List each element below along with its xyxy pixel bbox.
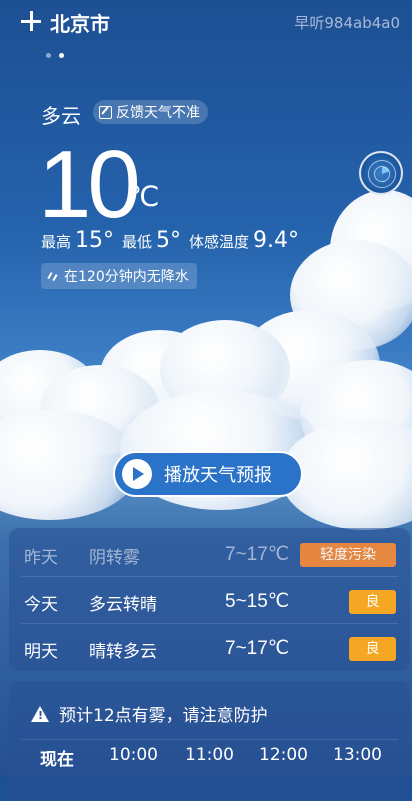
city-name[interactable]: 北京市 bbox=[50, 8, 110, 37]
play-forecast-label: 播放天气预报 bbox=[164, 465, 272, 486]
fog-alert[interactable]: 预计12点有雾，请注意防护 bbox=[31, 701, 268, 726]
high-low-feels: 最高 15° 最低 5° 体感温度 9.4° bbox=[41, 228, 307, 253]
current-condition: 多云 bbox=[41, 104, 81, 128]
play-icon bbox=[122, 459, 152, 489]
alert-text: 预计12点有雾，请注意防护 bbox=[59, 706, 268, 726]
high-value: 15° bbox=[75, 228, 115, 253]
forecast-row-today[interactable]: 今天 多云转晴 5~15℃ 良 bbox=[9, 577, 410, 624]
add-city-icon[interactable] bbox=[18, 8, 44, 34]
forecast-day: 今天 bbox=[24, 595, 58, 615]
feedback-button[interactable]: 反馈天气不准 bbox=[93, 100, 208, 124]
forecast-day: 明天 bbox=[24, 642, 58, 662]
warning-icon bbox=[31, 705, 49, 722]
aqi-badge: 轻度污染 bbox=[300, 543, 396, 567]
play-forecast-button[interactable]: 播放天气预报 bbox=[113, 451, 303, 497]
edit-icon bbox=[99, 105, 112, 119]
aqi-badge: 良 bbox=[349, 590, 396, 614]
rain-icon bbox=[47, 270, 59, 282]
forecast-range: 5~15℃ bbox=[225, 591, 290, 612]
current-temperature: 10 bbox=[38, 131, 141, 238]
forecast-range: 7~17℃ bbox=[225, 638, 290, 659]
forecast-condition: 多云转晴 bbox=[89, 595, 157, 615]
forecast-condition: 晴转多云 bbox=[89, 642, 157, 662]
forecast-row-tomorrow[interactable]: 明天 晴转多云 7~17℃ 良 bbox=[9, 624, 410, 671]
page-indicator bbox=[46, 43, 72, 62]
forecast-row-yesterday[interactable]: 昨天 阴转雾 7~17℃ 轻度污染 bbox=[9, 530, 410, 577]
feedback-label: 反馈天气不准 bbox=[116, 105, 200, 121]
aqi-badge: 良 bbox=[349, 637, 396, 661]
page-dot bbox=[46, 53, 51, 58]
top-bar: 北京市 早听984ab4a0 bbox=[0, 0, 412, 44]
hour-label: 13:00 bbox=[333, 745, 382, 765]
temperature-unit: ℃ bbox=[128, 180, 160, 213]
feels-value: 9.4° bbox=[253, 228, 300, 253]
hour-label: 现在 bbox=[40, 750, 74, 770]
hour-label: 11:00 bbox=[185, 745, 234, 765]
hourly-forecast-card: 预计12点有雾，请注意防护 现在 10:00 11:00 12:00 13:00 bbox=[9, 681, 410, 801]
divider bbox=[21, 739, 398, 740]
high-label: 最高 bbox=[41, 233, 72, 251]
watermark: 早听984ab4a0 bbox=[294, 14, 400, 32]
hour-label: 10:00 bbox=[109, 745, 158, 765]
low-label: 最低 bbox=[122, 233, 153, 251]
daily-forecast-card: 昨天 阴转雾 7~17℃ 轻度污染 今天 多云转晴 5~15℃ 良 明天 晴转多… bbox=[9, 528, 410, 671]
rain-notice-text: 在120分钟内无降水 bbox=[64, 269, 189, 285]
page-dot-active bbox=[59, 53, 64, 58]
forecast-range: 7~17℃ bbox=[225, 544, 290, 565]
forecast-condition: 阴转雾 bbox=[89, 548, 140, 568]
hour-label: 12:00 bbox=[259, 745, 308, 765]
radar-icon[interactable] bbox=[359, 151, 403, 195]
forecast-day: 昨天 bbox=[24, 548, 58, 568]
low-value: 5° bbox=[156, 228, 182, 253]
feels-label: 体感温度 bbox=[189, 233, 250, 251]
rain-notice[interactable]: 在120分钟内无降水 bbox=[41, 263, 197, 289]
